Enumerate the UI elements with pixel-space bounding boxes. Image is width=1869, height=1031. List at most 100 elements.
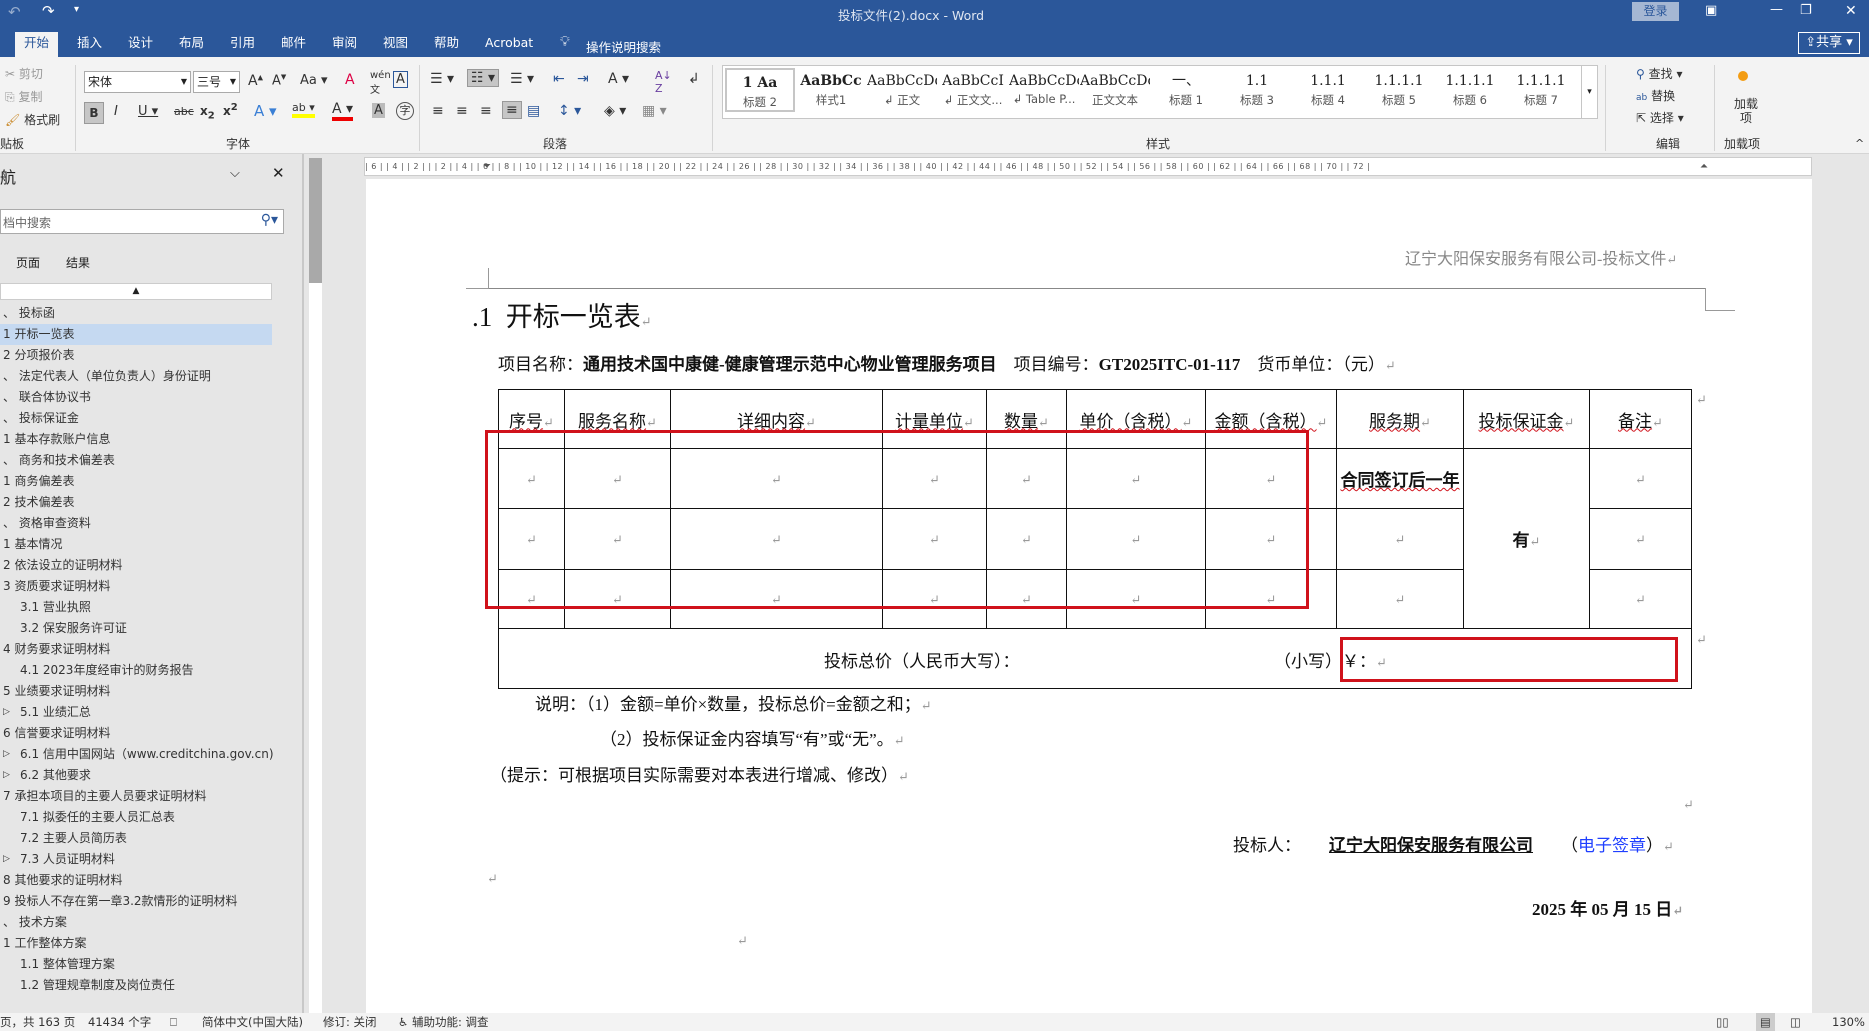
nav-item[interactable]: 、 投标保证金	[0, 408, 272, 429]
tab-help[interactable]: 帮助	[425, 32, 468, 57]
distributed-icon[interactable]: ▤	[527, 103, 540, 119]
nav-item[interactable]: 1 商务偏差表	[0, 471, 272, 492]
style-item[interactable]: 一、 标题 1	[1151, 68, 1221, 112]
nav-item[interactable]: 、 商务和技术偏差表	[0, 450, 272, 471]
style-item[interactable]: 1.1.1.1 标题 7	[1506, 68, 1576, 112]
nav-item[interactable]: 7.2 主要人员简历表	[0, 828, 272, 849]
nav-item[interactable]: 7 承担本项目的主要人员要求证明材料	[0, 786, 272, 807]
cut-button[interactable]: ✂ 剪切	[5, 65, 43, 82]
table-cell[interactable]: ↵	[1589, 508, 1692, 570]
borders-icon[interactable]: ▦ ▾	[642, 103, 667, 119]
style-item[interactable]: 1.1.1 标题 4	[1293, 68, 1363, 112]
nav-item[interactable]: 2 分项报价表	[0, 345, 272, 366]
style-item[interactable]: AaBbCcDdI ↲ 正文	[867, 68, 937, 112]
search-icon[interactable]: ⚲▾	[261, 212, 278, 228]
character-shading-icon[interactable]: A	[372, 103, 385, 118]
ribbon-display-icon[interactable]: ▣	[1705, 3, 1717, 18]
expand-triangle-icon[interactable]: ▷	[3, 702, 10, 723]
nav-scroll-up-button[interactable]: ▲	[0, 283, 272, 300]
expand-triangle-icon[interactable]: ▷	[3, 765, 10, 786]
style-item[interactable]: 1.1 标题 3	[1222, 68, 1292, 112]
accessibility-status[interactable]: ♿︎ 辅助功能: 调查	[398, 1013, 489, 1031]
select-button[interactable]: ⇱ 选择 ▾	[1636, 109, 1684, 126]
redo-icon[interactable]: ↷	[42, 2, 55, 20]
nav-item[interactable]: 7.1 拟委任的主要人员汇总表	[0, 807, 272, 828]
copy-button[interactable]: ⎘ 复制	[5, 88, 42, 105]
tab-insert[interactable]: 插入	[68, 32, 111, 57]
tab-layout[interactable]: 布局	[170, 32, 213, 57]
print-layout-icon[interactable]: ▤	[1756, 1013, 1775, 1031]
nav-item[interactable]: 1 基本情况	[0, 534, 272, 555]
clear-format-icon[interactable]: A	[345, 72, 355, 88]
font-color-icon[interactable]: A ▾	[332, 101, 354, 121]
sort-icon[interactable]: A↓ Z	[655, 69, 672, 95]
login-button[interactable]: 登录	[1632, 2, 1679, 21]
nav-item[interactable]: ▷ 6.2 其他要求	[0, 765, 272, 786]
nav-close-icon[interactable]: ✕	[272, 164, 285, 182]
nav-item[interactable]: 2 依法设立的证明材料	[0, 555, 272, 576]
nav-item[interactable]: 、 技术方案	[0, 912, 272, 933]
style-item[interactable]: 1.1.1.1 标题 5	[1364, 68, 1434, 112]
table-cell[interactable]: ↵	[1589, 448, 1692, 509]
tab-acrobat[interactable]: Acrobat	[476, 32, 542, 57]
proofing-icon[interactable]: ⎕	[170, 1013, 177, 1031]
nav-item[interactable]: 、 资格审查资料	[0, 513, 272, 534]
align-center-icon[interactable]: ≡	[456, 103, 468, 119]
bold-button[interactable]: B	[84, 102, 104, 124]
language[interactable]: 简体中文(中国大陆)	[202, 1013, 303, 1031]
nav-item[interactable]: 、 投标函	[0, 303, 272, 324]
close-icon[interactable]: ✕	[1845, 3, 1857, 19]
line-spacing-icon[interactable]: ↕ ▾	[558, 103, 581, 119]
font-name-select[interactable]: 宋体 ▼	[84, 71, 191, 93]
nav-item[interactable]: 1 基本存款账户信息	[0, 429, 272, 450]
justify-icon[interactable]: ≡	[502, 101, 522, 119]
word-count[interactable]: 41434 个字	[88, 1013, 151, 1031]
phonetic-guide-icon[interactable]: wén 文	[370, 70, 391, 96]
nav-options-chevron-icon[interactable]: ⌵	[230, 166, 240, 181]
increase-indent-icon[interactable]: ⇥	[577, 71, 589, 87]
nav-item[interactable]: 1.1 整体管理方案	[0, 954, 272, 975]
style-item[interactable]: AaBbCcDc ↲ Table P...	[1009, 68, 1079, 112]
align-left-icon[interactable]: ≡	[432, 103, 444, 119]
bullets-icon[interactable]: ☰ ▾	[430, 71, 454, 87]
tab-references[interactable]: 引用	[221, 32, 264, 57]
nav-item[interactable]: 5 业绩要求证明材料	[0, 681, 272, 702]
tab-design[interactable]: 设计	[119, 32, 162, 57]
shrink-font-icon[interactable]: A▼	[272, 73, 286, 88]
page-count[interactable]: 页，共 163 页	[0, 1013, 75, 1031]
enclose-character-icon[interactable]: 字	[396, 102, 414, 120]
undo-icon[interactable]: ↶	[8, 3, 21, 21]
nav-item[interactable]: 3.1 营业执照	[0, 597, 272, 618]
nav-item[interactable]: ▷ 7.3 人员证明材料	[0, 849, 272, 870]
table-header-cell[interactable]: 服务期↵	[1336, 389, 1464, 449]
superscript-button[interactable]: x2	[223, 102, 238, 118]
vertical-scrollbar[interactable]	[1854, 154, 1869, 1013]
style-item[interactable]: 1 Aa 标题 2	[725, 68, 795, 112]
show-marks-icon[interactable]: ↲	[688, 71, 700, 87]
read-mode-icon[interactable]: ▯▯	[1716, 1013, 1729, 1031]
nav-item[interactable]: ▷ 6.1 信用中国网站（www.creditchina.gov.cn)	[0, 744, 274, 765]
style-item[interactable]: AaBbCc 样式1	[796, 68, 866, 112]
nav-item[interactable]: 4.1 2023年度经审计的财务报告	[0, 660, 272, 681]
nav-tab-results[interactable]: 结果	[66, 254, 90, 271]
styles-more-button[interactable]: ▾	[1581, 66, 1597, 118]
replace-button[interactable]: ab 替换	[1636, 87, 1675, 104]
nav-scrollbar[interactable]	[302, 154, 304, 1013]
style-item[interactable]: 1.1.1.1 标题 6	[1435, 68, 1505, 112]
deposit-cell[interactable]: 有↵	[1463, 448, 1590, 629]
web-layout-icon[interactable]: ◫	[1790, 1013, 1801, 1031]
nav-item[interactable]: 4 财务要求证明材料	[0, 639, 272, 660]
nav-item[interactable]: 1 工作整体方案	[0, 933, 272, 954]
nav-search-input[interactable]: 档中搜索 ⚲▾	[0, 209, 284, 234]
decrease-indent-icon[interactable]: ⇤	[553, 71, 565, 87]
shading-icon[interactable]: ◈ ▾	[604, 103, 626, 119]
customize-toolbar-icon[interactable]: ▾	[74, 4, 79, 15]
nav-item[interactable]: 2 技术偏差表	[0, 492, 272, 513]
tab-home[interactable]: 开始	[15, 32, 59, 57]
tab-mailings[interactable]: 邮件	[272, 32, 315, 57]
nav-item[interactable]: 、 联合体协议书	[0, 387, 272, 408]
subscript-button[interactable]: x2	[200, 104, 215, 121]
collapse-ribbon-icon[interactable]: ^	[1855, 137, 1864, 150]
find-button[interactable]: ⚲ 查找 ▾	[1636, 65, 1682, 82]
nav-item[interactable]: 、 法定代表人（单位负责人）身份证明	[0, 366, 272, 387]
